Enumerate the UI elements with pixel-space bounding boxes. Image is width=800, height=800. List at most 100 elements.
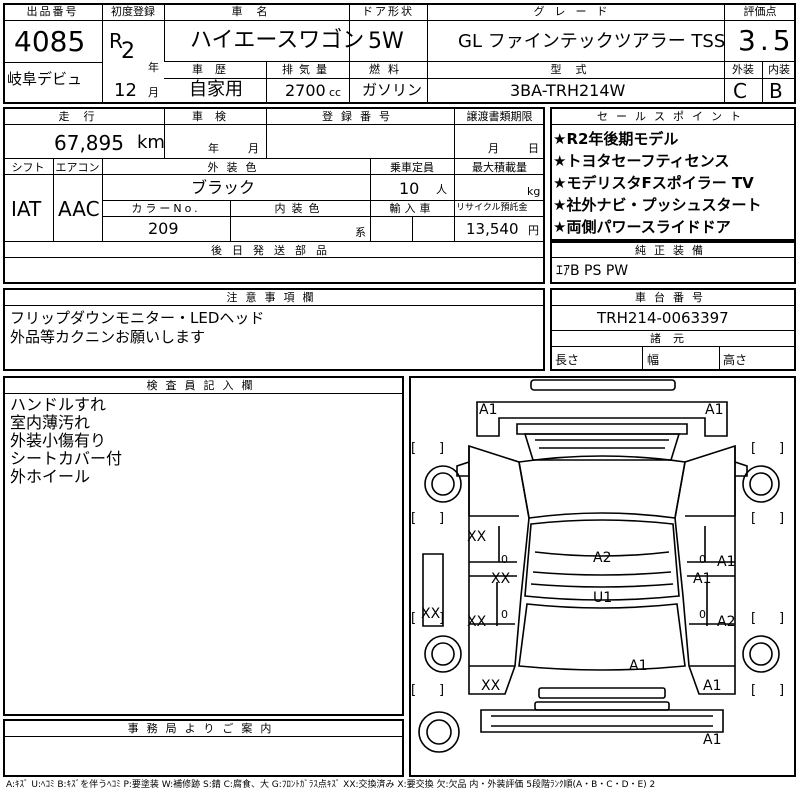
history: 自家用 <box>189 79 243 100</box>
recycle-amount: 13,540 <box>466 220 519 238</box>
height-label: 高さ <box>723 353 748 367</box>
damage-mark: A2 <box>593 550 611 566</box>
office-title: 事務局よりご案内 <box>127 722 280 735</box>
recycle-unit: 円 <box>528 224 539 237</box>
exterior-grade: C <box>733 79 747 103</box>
displacement: 2700 <box>285 81 326 100</box>
damage-mark: XX <box>467 529 487 545</box>
sales-point-item: ★社外ナビ・プッシュスタート <box>553 196 762 214</box>
damage-mark: 0 <box>501 608 508 621</box>
insp-month-unit: 月 <box>248 142 259 155</box>
color-no-label: カラーNo. <box>131 202 201 215</box>
svg-text:[: [ <box>411 441 416 456</box>
car-diagram: [] [] [] [] [] [] [] [] A1 A1XXA2 A1XX A1U1… <box>411 379 784 753</box>
mileage-label: 走行 <box>58 110 109 123</box>
inspector-title: 検査員記入欄 <box>146 379 261 392</box>
legend: A:ｷｽﾞ U:ﾍｺﾐ B:ｷｽﾞを伴うﾍｺﾐ P:要塗装 W:補修跡 S:錆 … <box>6 780 656 790</box>
load-unit: kg <box>527 185 541 198</box>
int-color-label: 内装色 <box>274 202 326 215</box>
reg-label: 初度登録 <box>111 5 155 18</box>
svg-text:]: ] <box>779 511 784 526</box>
color-label: 外装色 <box>207 161 265 174</box>
chassis-title: 車台番号 <box>635 291 711 304</box>
svg-text:[: [ <box>751 441 756 456</box>
svg-text:]: ] <box>439 511 444 526</box>
venue: 岐阜デビュ <box>7 70 83 88</box>
inspector-line: 外装小傷有り <box>10 431 107 450</box>
width-label: 幅 <box>647 353 660 367</box>
damage-mark: A2 <box>717 614 735 630</box>
inspector-line: ハンドルすれ <box>10 395 107 414</box>
transfer-label: 譲渡書類期限 <box>466 110 533 123</box>
color-no: 209 <box>148 219 179 238</box>
lot-label: 出品番号 <box>26 5 79 18</box>
grade-label: グレード <box>533 5 618 18</box>
lot-number: 4085 <box>14 25 86 58</box>
sales-point-item: ★両側パワースライドドア <box>553 218 731 236</box>
svg-text:[: [ <box>751 611 756 626</box>
score: 3.5 <box>738 24 795 57</box>
model-label: 型式 <box>550 63 601 76</box>
svg-text:[: [ <box>751 511 756 526</box>
car-name-label: 車名 <box>231 5 282 18</box>
damage-mark: 0 <box>699 553 706 566</box>
import-label: 輸入車 <box>389 202 435 215</box>
inspector-line: 外ホイール <box>10 467 91 486</box>
svg-text:[: [ <box>751 683 756 698</box>
capacity: 10 <box>399 179 420 198</box>
capacity-label: 乗車定員 <box>390 161 434 174</box>
transfer-month-unit: 月 <box>488 142 499 155</box>
damage-mark: XX <box>481 678 501 694</box>
color: ブラック <box>191 178 256 197</box>
svg-text:[: [ <box>411 611 416 626</box>
car-name: ハイエースワゴン <box>190 28 365 53</box>
sales-point-item: ★トヨタセーフティセンス <box>553 152 730 170</box>
load-label: 最大積載量 <box>472 161 527 174</box>
equipment-title: 純正装備 <box>635 244 711 257</box>
displacement-label: 排気量 <box>282 63 333 76</box>
interior-label: 内装 <box>768 63 790 76</box>
damage-mark: XX <box>467 614 487 630</box>
fuel: ガソリン <box>362 81 423 99</box>
svg-text:]: ] <box>779 611 784 626</box>
interior-grade: B <box>769 79 783 103</box>
capacity-unit: 人 <box>436 183 447 196</box>
svg-text:]: ] <box>779 683 784 698</box>
svg-text:]: ] <box>439 441 444 456</box>
chassis-number: TRH214-0063397 <box>597 309 729 327</box>
caution-line: フリップダウンモニター・LEDヘッド <box>10 309 265 327</box>
month-unit: 月 <box>148 86 159 99</box>
shift: IAT <box>11 197 42 221</box>
inspector-line: シートカバー付 <box>10 449 123 468</box>
caution-title: 注意事項欄 <box>226 291 322 304</box>
sales-point-item: ★モデリスタFスポイラー TV <box>553 174 754 192</box>
damage-mark: A1 <box>717 554 735 570</box>
mileage: 67,895 <box>54 131 124 155</box>
damage-mark: A1 <box>703 732 721 748</box>
damage-mark: A1 <box>705 402 723 418</box>
damage-mark: 0 <box>501 553 508 566</box>
caution-line: 外品等カクニンお願いします <box>10 328 206 346</box>
plate-label: 登録番号 <box>322 110 398 123</box>
score-label: 評価点 <box>743 5 777 18</box>
ac-label: エアコン <box>55 161 100 174</box>
damage-mark: A1 <box>629 658 647 674</box>
damage-mark: XX <box>491 571 511 587</box>
damage-mark: A1 <box>693 571 711 587</box>
svg-text:]: ] <box>779 441 784 456</box>
damage-mark: XX <box>421 606 441 622</box>
damage-mark: 0 <box>699 608 706 621</box>
sales-point-title: セールスポイント <box>597 110 749 123</box>
door-label: ドア形状 <box>362 5 414 18</box>
inspector-line: 室内薄汚れ <box>10 413 91 432</box>
grade: GL ファインテックツアラー TSS <box>458 31 726 52</box>
recycle-label: リサイクル預託金 <box>456 203 528 213</box>
km-unit: km <box>137 132 165 153</box>
insp-year-unit: 年 <box>208 142 219 155</box>
fuel-label: 燃料 <box>369 63 407 76</box>
reg-month: 12 <box>114 80 137 101</box>
length-label: 長さ <box>555 353 580 367</box>
damage-mark: A1 <box>479 402 497 418</box>
damage-mark: U1 <box>593 590 612 606</box>
equipment-value: ｴｱB PS PW <box>556 263 629 279</box>
